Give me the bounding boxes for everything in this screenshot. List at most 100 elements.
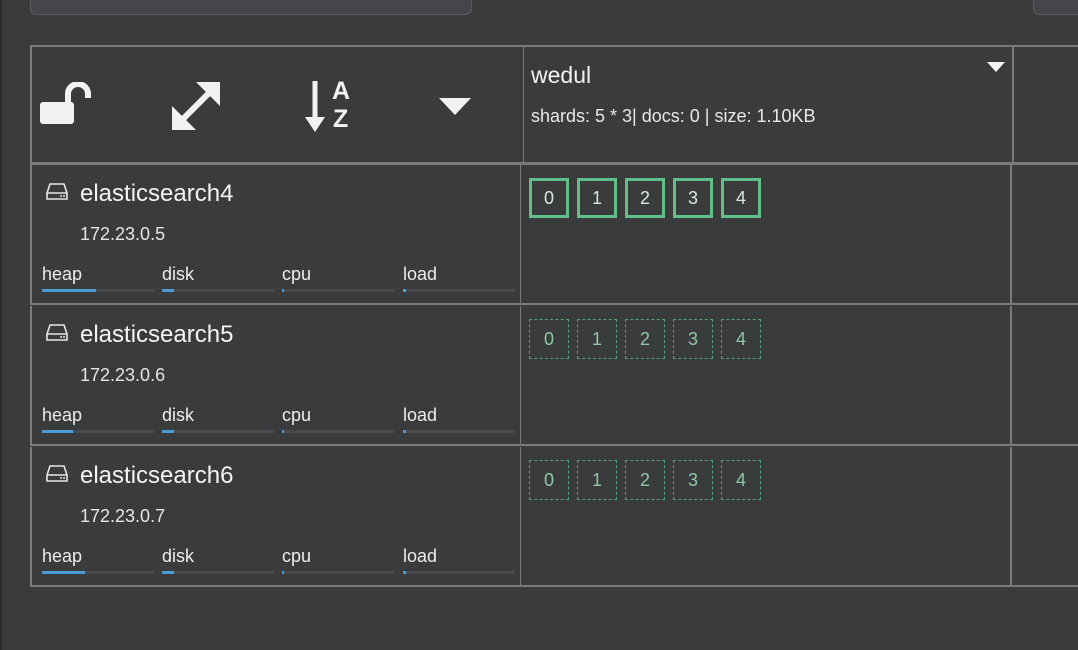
node-ip: 172.23.0.5 <box>80 224 166 244</box>
stat-cpu: cpu <box>282 264 394 292</box>
stat-label: load <box>403 546 438 566</box>
stat-bar-fill <box>42 430 74 433</box>
stat-bar <box>282 430 394 433</box>
stat-bar-fill <box>42 289 96 292</box>
stat-label: load <box>403 405 438 425</box>
stat-label: heap <box>42 405 83 425</box>
node-row: elasticsearch5 172.23.0.6 heap disk cpu … <box>30 306 1078 446</box>
node-row: elasticsearch4 172.23.0.5 heap disk cpu … <box>30 165 1078 305</box>
stat-bar <box>403 289 515 292</box>
unlock-icon[interactable] <box>40 81 92 131</box>
stat-load: load <box>403 264 515 292</box>
stat-bar <box>162 430 274 433</box>
sort-letter-a: A <box>332 77 351 105</box>
stat-bar <box>282 289 394 292</box>
stat-label: cpu <box>282 405 312 425</box>
node-name[interactable]: elasticsearch5 <box>80 321 233 349</box>
node-row: elasticsearch6 172.23.0.7 heap disk cpu … <box>30 447 1078 587</box>
stat-label: cpu <box>282 264 312 284</box>
shard-list: 01234 <box>529 460 761 500</box>
stat-load: load <box>403 405 515 433</box>
index-meta: shards: 5 * 3| docs: 0 | size: 1.10KB <box>531 106 816 126</box>
stat-disk: disk <box>162 405 274 433</box>
node-name[interactable]: elasticsearch6 <box>80 462 233 490</box>
shard-replica[interactable]: 4 <box>721 460 761 500</box>
shard-replica[interactable]: 0 <box>529 460 569 500</box>
node-name[interactable]: elasticsearch4 <box>80 180 233 208</box>
stat-bar <box>403 430 515 433</box>
stat-cpu: cpu <box>282 546 394 574</box>
window-edge <box>0 0 2 650</box>
stat-bar <box>42 430 154 433</box>
shard-primary[interactable]: 0 <box>529 178 569 218</box>
stat-bar <box>282 571 394 574</box>
node-cell: elasticsearch5 172.23.0.6 heap disk cpu … <box>30 306 521 446</box>
index-menu-caret-icon[interactable] <box>987 61 1005 79</box>
stat-bar-fill <box>162 430 175 433</box>
shard-cell: 01234 <box>521 447 1012 587</box>
sort-letter-z: Z <box>333 105 349 133</box>
stat-bar-fill <box>162 289 175 292</box>
shard-primary[interactable]: 4 <box>721 178 761 218</box>
node-cell: elasticsearch6 172.23.0.7 heap disk cpu … <box>30 447 521 587</box>
shard-primary[interactable]: 3 <box>673 178 713 218</box>
shard-replica[interactable]: 4 <box>721 319 761 359</box>
shard-replica[interactable]: 2 <box>625 460 665 500</box>
extra-cell <box>1012 165 1078 305</box>
expand-icon[interactable] <box>172 82 220 135</box>
stat-cpu: cpu <box>282 405 394 433</box>
stat-bar <box>42 571 154 574</box>
index-header-cell <box>521 45 1014 164</box>
stat-label: disk <box>162 405 195 425</box>
stat-disk: disk <box>162 264 274 292</box>
shard-replica[interactable]: 3 <box>673 319 713 359</box>
stat-label: disk <box>162 546 195 566</box>
stat-bar <box>403 571 515 574</box>
stat-bar-fill <box>282 289 285 292</box>
index-name[interactable]: wedul <box>531 62 591 89</box>
stat-label: heap <box>42 546 83 566</box>
node-ip: 172.23.0.6 <box>80 365 166 385</box>
stat-bar <box>42 289 154 292</box>
stat-disk: disk <box>162 546 274 574</box>
stat-label: heap <box>42 264 83 284</box>
shard-replica[interactable]: 3 <box>673 460 713 500</box>
node-cell: elasticsearch4 172.23.0.5 heap disk cpu … <box>30 165 521 305</box>
shard-cell: 01234 <box>521 165 1012 305</box>
stat-bar-fill <box>403 289 407 292</box>
stat-bar-fill <box>162 571 175 574</box>
filter-input[interactable] <box>30 0 472 15</box>
shard-replica[interactable]: 0 <box>529 319 569 359</box>
node-ip: 172.23.0.7 <box>80 506 166 526</box>
shard-replica[interactable]: 1 <box>577 319 617 359</box>
sort-alpha-icon[interactable]: A Z <box>305 77 357 140</box>
caret-down-icon[interactable] <box>439 98 471 121</box>
stat-heap: heap <box>42 405 154 433</box>
stat-heap: heap <box>42 546 154 574</box>
shard-replica[interactable]: 2 <box>625 319 665 359</box>
extra-header-cell <box>1012 45 1078 164</box>
shard-primary[interactable]: 1 <box>577 178 617 218</box>
hard-drive-icon <box>46 183 68 206</box>
stat-label: disk <box>162 264 195 284</box>
stat-bar-fill <box>403 571 407 574</box>
stat-load: load <box>403 546 515 574</box>
stat-bar-fill <box>282 430 285 433</box>
stat-heap: heap <box>42 264 154 292</box>
hard-drive-icon <box>46 324 68 347</box>
shard-list: 01234 <box>529 178 761 218</box>
stat-label: cpu <box>282 546 312 566</box>
stat-label: load <box>403 264 438 284</box>
stat-bar-fill <box>42 571 85 574</box>
shard-list: 01234 <box>529 319 761 359</box>
stat-bar <box>162 289 274 292</box>
extra-cell <box>1012 306 1078 446</box>
shard-cell: 01234 <box>521 306 1012 446</box>
extra-cell <box>1012 447 1078 587</box>
shard-primary[interactable]: 2 <box>625 178 665 218</box>
top-right-control[interactable] <box>1033 0 1078 15</box>
shard-replica[interactable]: 1 <box>577 460 617 500</box>
stat-bar-fill <box>403 430 407 433</box>
stat-bar-fill <box>282 571 285 574</box>
stat-bar <box>162 571 274 574</box>
